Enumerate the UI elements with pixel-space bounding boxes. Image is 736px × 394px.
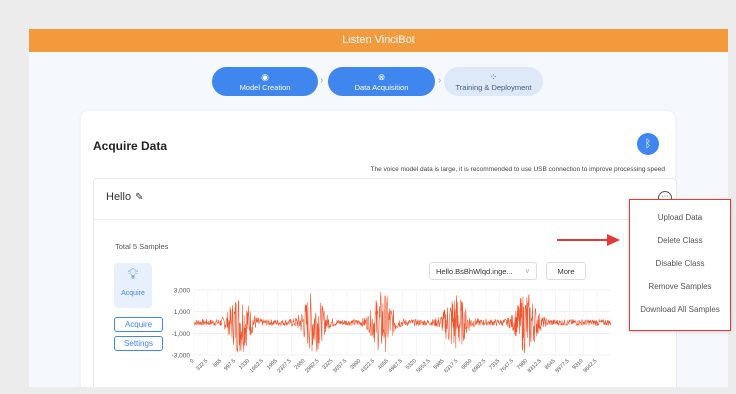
step-training-deployment[interactable]: ⁘ Training & Deployment — [444, 67, 543, 96]
step-model-creation[interactable]: ◉ Model Creation — [212, 67, 318, 96]
bluetooth-icon: ᛒ — [644, 138, 652, 150]
x-tick-label: 2992.5 — [304, 358, 320, 374]
step-label: Model Creation — [239, 83, 291, 92]
step-label: Training & Deployment — [455, 83, 532, 92]
chevron-right-icon: › — [438, 75, 442, 86]
screenshot-frame: Listen VinciBot ◉ Model Creation › ⊗ Dat… — [0, 0, 736, 394]
usb-hint: The voice model data is large, it is rec… — [370, 166, 665, 173]
chevron-down-icon: ∨ — [524, 268, 530, 275]
menu-item-delete-class[interactable]: Delete Class — [630, 229, 730, 252]
menu-item-disable-class[interactable]: Disable Class — [630, 252, 730, 275]
x-tick-label: 1662.5 — [249, 358, 265, 374]
data-acquisition-icon: ⊗ — [377, 72, 386, 82]
step-navigation: ◉ Model Creation › ⊗ Data Acquisition › … — [29, 67, 728, 97]
x-tick-label: 8977.5 — [555, 358, 571, 374]
x-tick-label: 665 — [212, 358, 223, 369]
chevron-right-icon: › — [320, 75, 324, 86]
app-window: Listen VinciBot ◉ Model Creation › ⊗ Dat… — [29, 29, 728, 387]
class-name: Hello ✎ — [106, 191, 143, 203]
x-tick-label: 0 — [189, 358, 195, 364]
model-creation-icon: ◉ — [261, 72, 269, 82]
class-panel: Hello ✎ ··· Total 5 Samples 💡︎ Acquire Ac… — [93, 178, 677, 387]
x-tick-label: 6982.5 — [471, 358, 487, 374]
waveform-chart: 3,0001,000-1,000-3,000 0 332.5 665 997.5 133… — [172, 288, 612, 374]
app-title: Listen VinciBot — [342, 34, 415, 46]
context-menu: Upload Data Delete Class Disable Class R… — [629, 199, 731, 331]
x-tick-label: 2327.5 — [277, 358, 293, 374]
sample-select-value: Hello.BsBhWlqd.inge... — [436, 267, 513, 276]
red-arrow-annotation — [557, 234, 620, 246]
divider — [94, 219, 676, 220]
x-tick-label: 7647.5 — [499, 358, 515, 374]
x-tick-label: 9642.5 — [582, 358, 598, 374]
bluetooth-button[interactable]: ᛒ — [637, 133, 659, 155]
lightbulb-icon: 💡︎ — [127, 266, 139, 283]
x-tick-label: 5652.5 — [416, 358, 432, 374]
y-tick-label: -3,000 — [172, 353, 191, 360]
card-title: Acquire Data — [93, 139, 168, 153]
total-samples: Total 5 Samples — [115, 242, 169, 251]
x-tick-label: 4987.5 — [388, 358, 404, 374]
menu-item-upload-data[interactable]: Upload Data — [630, 206, 730, 229]
x-tick-label: 3657.5 — [332, 358, 348, 374]
y-tick-label: 3,000 — [174, 288, 191, 295]
menu-item-remove-samples[interactable]: Remove Samples — [630, 275, 730, 298]
x-tick-label: 997.5 — [223, 358, 237, 372]
sample-select[interactable]: Hello.BsBhWlqd.inge... ∨ — [429, 262, 537, 280]
x-tick-label: 332.5 — [195, 358, 209, 372]
training-deployment-icon: ⁘ — [489, 72, 498, 82]
y-axis-ticks: 3,000 1,000 -1,000 -3,000 — [172, 288, 191, 360]
y-tick-label: 1,000 — [174, 309, 191, 316]
x-tick-label: 6317.5 — [443, 358, 459, 374]
y-tick-label: -1,000 — [172, 331, 191, 338]
more-button[interactable]: More — [546, 262, 586, 280]
step-data-acquisition[interactable]: ⊗ Data Acquisition — [328, 67, 435, 96]
x-tick-label: 8312.5 — [527, 358, 543, 374]
menu-item-download-all-samples[interactable]: Download All Samples — [630, 298, 730, 321]
x-tick-label: 4322.5 — [360, 358, 376, 374]
class-name-text: Hello — [106, 191, 132, 203]
app-header: Listen VinciBot — [29, 29, 728, 52]
edit-icon[interactable]: ✎ — [135, 192, 143, 203]
acquire-data-card: Acquire Data ᛒ The voice model data is l… — [81, 111, 677, 387]
x-axis-ticks: 0 332.5 665 997.5 13301662.5 19952327.5 266029… — [189, 358, 599, 374]
step-label: Data Acquisition — [354, 83, 409, 92]
